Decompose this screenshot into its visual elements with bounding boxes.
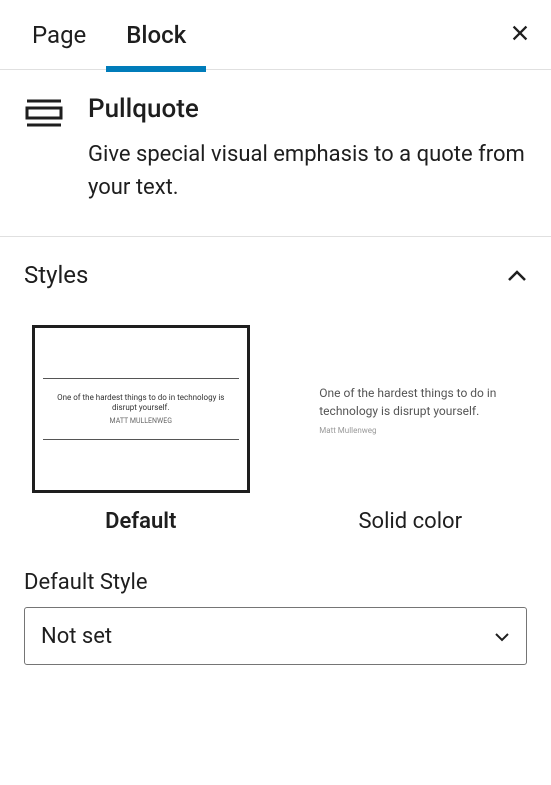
pullquote-icon xyxy=(24,94,64,204)
preview-solid-quote: One of the hardest things to do in techn… xyxy=(319,384,501,420)
block-title: Pullquote xyxy=(88,94,527,124)
chevron-down-icon xyxy=(494,627,510,646)
block-info: Pullquote Give special visual emphasis t… xyxy=(0,70,551,237)
styles-section: Styles One of the hardest things to do i… xyxy=(0,237,551,689)
styles-header[interactable]: Styles xyxy=(24,261,527,289)
close-button[interactable] xyxy=(501,13,539,57)
default-style-select[interactable]: Not set xyxy=(24,607,527,665)
preview-author: MATT MULLENWEG xyxy=(47,417,235,425)
style-option-default[interactable]: One of the hardest things to do in techn… xyxy=(24,325,258,534)
block-description: Give special visual emphasis to a quote … xyxy=(88,138,527,204)
style-preview-default: One of the hardest things to do in techn… xyxy=(32,325,250,493)
default-style-label: Default Style xyxy=(24,570,527,595)
style-preview-solid: One of the hardest things to do in techn… xyxy=(301,325,519,493)
close-icon xyxy=(509,22,531,44)
style-label-solid: Solid color xyxy=(358,509,462,534)
preview-quote: One of the hardest things to do in techn… xyxy=(47,393,235,414)
tab-page[interactable]: Page xyxy=(12,0,106,71)
style-option-solid-color[interactable]: One of the hardest things to do in techn… xyxy=(294,325,528,534)
select-value: Not set xyxy=(41,624,494,649)
chevron-up-icon xyxy=(507,263,527,287)
preview-solid-author: Matt Mullenweg xyxy=(319,426,501,435)
styles-title: Styles xyxy=(24,261,88,289)
tab-block[interactable]: Block xyxy=(106,0,206,71)
block-info-text: Pullquote Give special visual emphasis t… xyxy=(88,94,527,204)
sidebar-tabs: Page Block xyxy=(0,0,551,70)
style-label-default: Default xyxy=(105,509,176,534)
styles-grid: One of the hardest things to do in techn… xyxy=(24,325,527,534)
